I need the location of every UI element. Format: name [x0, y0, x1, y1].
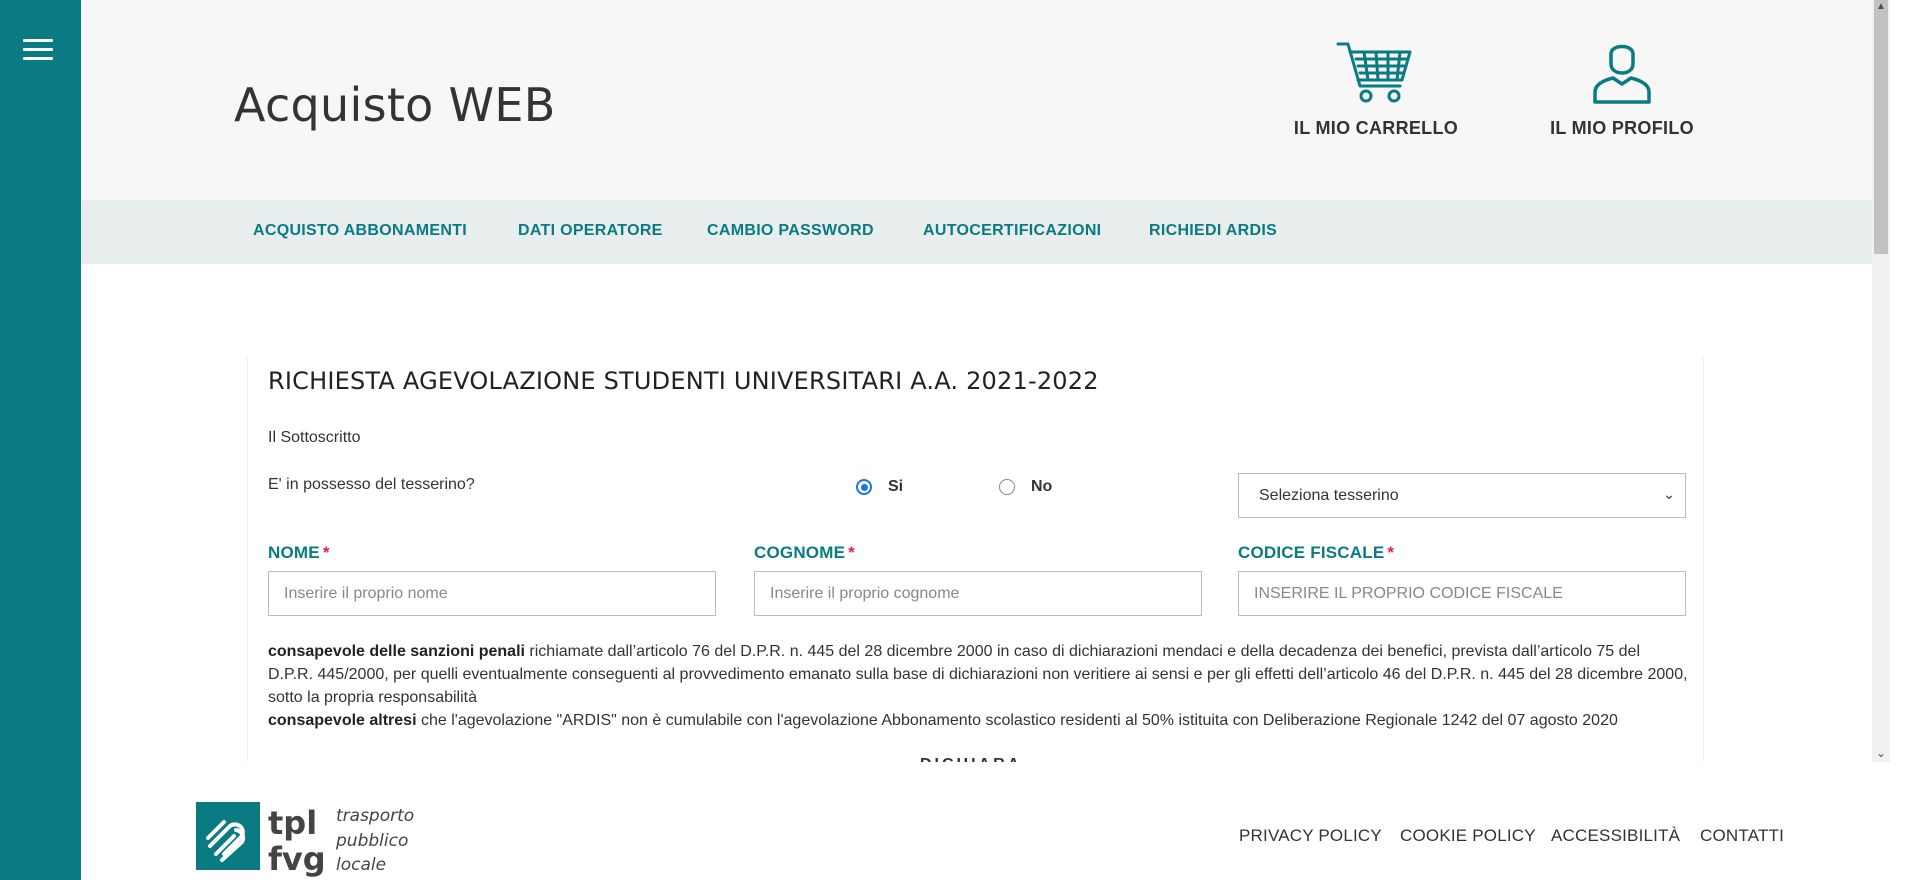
declaration-2-bold: consapevole altresi [268, 712, 417, 729]
logo-tpl: tpl [268, 804, 317, 842]
cart-icon [1336, 42, 1412, 103]
hamburger-menu-icon[interactable] [23, 39, 53, 61]
site-title: Acquisto WEB [234, 78, 556, 132]
nav-dati-operatore[interactable]: DATI OPERATORE [518, 222, 663, 240]
declaration-2-text: che l'agevolazione "ARDIS" non è cumulab… [416, 712, 1618, 729]
nav-acquisto-abbonamenti[interactable]: ACQUISTO ABBONAMENTI [253, 222, 467, 240]
codice-fiscale-input[interactable] [1238, 571, 1686, 616]
form-subtitle: Il Sottoscritto [268, 429, 361, 446]
cognome-input[interactable] [754, 571, 1202, 616]
my-profile-link[interactable]: IL MIO PROFILO [1527, 40, 1717, 139]
cognome-label: COGNOME * [754, 543, 855, 563]
logo-fvg: fvg [268, 840, 326, 878]
scrollbar-thumb[interactable] [1874, 0, 1888, 254]
my-cart-label: IL MIO CARRELLO [1293, 118, 1459, 138]
required-mark: * [322, 543, 330, 562]
user-icon [1593, 44, 1651, 104]
main-nav: ACQUISTO ABBONAMENTI DATI OPERATORE CAMB… [81, 200, 1872, 264]
required-mark: * [848, 543, 855, 562]
scroll-down-chevron-icon[interactable]: ⌄ [1874, 746, 1888, 760]
nav-richiedi-ardis[interactable]: RICHIEDI ARDIS [1149, 222, 1277, 240]
my-cart-link[interactable]: IL MIO CARRELLO [1281, 40, 1471, 139]
declaration-paragraph-1: consapevole delle sanzioni penali richia… [268, 640, 1688, 709]
footer-cookie-policy[interactable]: COOKIE POLICY [1400, 826, 1536, 846]
page-header: Acquisto WEB IL MIO CARRELLO IL MIO PROF… [81, 0, 1872, 200]
chevron-down-icon: ⌄ [1663, 486, 1675, 502]
left-sidebar [0, 0, 81, 880]
cf-label: CODICE FISCALE * [1238, 543, 1394, 563]
logo-pubblico: pubblico [335, 831, 408, 851]
my-profile-label: IL MIO PROFILO [1550, 118, 1694, 138]
scroll-up-arrow-icon[interactable]: ▲ [1874, 0, 1888, 14]
tesserino-select-value: Seleziona tesserino [1259, 487, 1399, 504]
radio-no[interactable]: No [999, 478, 1052, 496]
nav-autocertificazioni[interactable]: AUTOCERTIFICAZIONI [923, 222, 1101, 240]
radio-si-dot[interactable] [856, 479, 872, 495]
radio-no-dot[interactable] [999, 479, 1015, 495]
radio-si[interactable]: Si [856, 478, 903, 496]
footer-contatti[interactable]: CONTATTI [1700, 826, 1784, 846]
tesserino-question: E' in possesso del tesserino? [268, 476, 475, 493]
nome-input[interactable] [268, 571, 716, 616]
logo-trasporto: trasporto [336, 806, 414, 826]
radio-si-label: Si [888, 478, 904, 495]
nome-label: NOME * [268, 543, 330, 563]
nome-label-text: NOME [268, 543, 320, 562]
tpl-fvg-logo: tpl fvg trasporto pubblico locale [196, 802, 414, 878]
cf-label-text: CODICE FISCALE [1238, 543, 1385, 562]
declaration-1-bold: consapevole delle sanzioni penali [268, 643, 525, 660]
form-title: RICHIESTA AGEVOLAZIONE STUDENTI UNIVERSI… [268, 367, 1099, 395]
logo-locale: locale [336, 855, 386, 875]
radio-no-label: No [1031, 478, 1053, 495]
nav-cambio-password[interactable]: CAMBIO PASSWORD [707, 222, 874, 240]
tesserino-select[interactable]: Seleziona tesserino ⌄ [1238, 473, 1686, 518]
cognome-label-text: COGNOME [754, 543, 846, 562]
declaration-paragraph-2: consapevole altresi che l'agevolazione "… [268, 709, 1688, 732]
required-mark: * [1387, 543, 1395, 562]
footer-accessibilita[interactable]: ACCESSIBILITÀ [1551, 826, 1680, 846]
footer-privacy-policy[interactable]: PRIVACY POLICY [1239, 826, 1382, 846]
